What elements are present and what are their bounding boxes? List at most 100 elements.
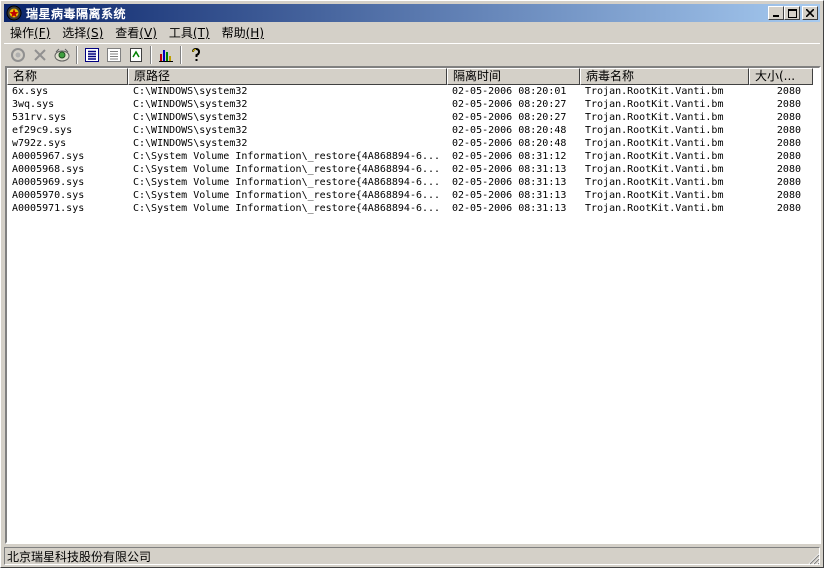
close-button[interactable] [802,6,818,20]
table-row[interactable]: 6x.sys C:\WINDOWS\system32 02-05-2006 08:2… [7,85,813,98]
cell-virus-name: Trojan.RootKit.Vanti.bm [585,125,724,136]
cell-virus-name: Trojan.RootKit.Vanti.bm [585,177,724,188]
minimize-icon [773,15,779,17]
cell-virus-name: Trojan.RootKit.Vanti.bm [585,151,724,162]
title-bar[interactable]: 瑞星病毒隔离系统 [4,4,820,22]
column-virus-name[interactable]: 病毒名称 [580,68,749,85]
menu-bar: 操作(F) 选择(S) 查看(V) 工具(T) 帮助(H) [4,24,820,42]
cell-quarantine-time: 02-05-2006 08:31:13 [452,164,567,175]
table-row[interactable]: A0005969.sys C:\System Volume Information… [7,176,813,189]
status-bar: 北京瑞星科技股份有限公司 [4,546,820,565]
cell-original-path: C:\System Volume Information\_restore{4A… [133,203,441,214]
column-name[interactable]: 名称 [7,68,128,85]
quarantine-list[interactable]: 名称 原路径 隔离时间 病毒名称 大小(... 6x.sys C:\WINDOWS… [5,66,821,544]
cell-virus-name: Trojan.RootKit.Vanti.bm [585,138,724,149]
cell-name: 3wq.sys [12,99,55,110]
menu-select[interactable]: 选择(S) [56,24,109,42]
cell-name: A0005968.sys [12,164,85,175]
cell-virus-name: Trojan.RootKit.Vanti.bm [585,190,724,201]
cell-quarantine-time: 02-05-2006 08:20:48 [452,138,567,149]
rising-app-icon [6,5,22,21]
list-view-button[interactable] [103,45,125,65]
list-header: 名称 原路径 隔离时间 病毒名称 大小(... [7,68,813,85]
cell-quarantine-time: 02-05-2006 08:20:01 [452,86,567,97]
cell-original-path: C:\WINDOWS\system32 [133,125,248,136]
list-rows: 6x.sys C:\WINDOWS\system32 02-05-2006 08:2… [7,85,813,215]
menu-operate[interactable]: 操作(F) [4,24,56,42]
help-button[interactable] [185,45,207,65]
cell-original-path: C:\WINDOWS\system32 [133,112,248,123]
table-row[interactable]: 531rv.sys C:\WINDOWS\system32 02-05-2006 0… [7,111,813,124]
toolbar-separator [150,45,152,64]
cell-size: 2080 [776,151,801,162]
cell-quarantine-time: 02-05-2006 08:20:27 [452,99,567,110]
toolbar [4,43,820,65]
statistics-button[interactable] [155,45,177,65]
cell-virus-name: Trojan.RootKit.Vanti.bm [585,112,724,123]
cell-quarantine-time: 02-05-2006 08:31:13 [452,177,567,188]
cell-virus-name: Trojan.RootKit.Vanti.bm [585,86,724,97]
close-icon [806,9,814,17]
details-view-button[interactable] [81,45,103,65]
resize-grip-icon[interactable] [806,551,820,565]
cell-size: 2080 [776,164,801,175]
cell-original-path: C:\WINDOWS\system32 [133,86,248,97]
status-text: 北京瑞星科技股份有限公司 [4,546,820,565]
table-row[interactable]: w792z.sys C:\WINDOWS\system32 02-05-2006 0… [7,137,813,150]
cell-name: w792z.sys [12,138,67,149]
delete-button[interactable] [29,45,51,65]
scan-icon [54,48,70,61]
table-row[interactable]: A0005970.sys C:\System Volume Information… [7,189,813,202]
refresh-icon [130,47,142,62]
cell-size: 2080 [776,138,801,149]
table-row[interactable]: 3wq.sys C:\WINDOWS\system32 02-05-2006 08:… [7,98,813,111]
cell-quarantine-time: 02-05-2006 08:20:48 [452,125,567,136]
cell-name: A0005969.sys [12,177,85,188]
column-original-path[interactable]: 原路径 [128,68,447,85]
cell-quarantine-time: 02-05-2006 08:31:13 [452,190,567,201]
maximize-icon [787,8,797,18]
minimize-button[interactable] [768,6,784,20]
cell-size: 2080 [776,177,801,188]
delete-icon [34,48,46,61]
menu-view[interactable]: 查看(V) [109,24,163,42]
statistics-icon [159,49,173,62]
cell-original-path: C:\System Volume Information\_restore{4A… [133,151,441,162]
cell-original-path: C:\System Volume Information\_restore{4A… [133,177,441,188]
cell-size: 2080 [776,86,801,97]
restore-icon [11,47,25,62]
cell-original-path: C:\WINDOWS\system32 [133,138,248,149]
cell-name: A0005967.sys [12,151,85,162]
cell-original-path: C:\WINDOWS\system32 [133,99,248,110]
cell-virus-name: Trojan.RootKit.Vanti.bm [585,99,724,110]
table-row[interactable]: A0005967.sys C:\System Volume Information… [7,150,813,163]
cell-original-path: C:\System Volume Information\_restore{4A… [133,190,441,201]
scan-button[interactable] [51,45,73,65]
restore-button[interactable] [7,45,29,65]
refresh-button[interactable] [125,45,147,65]
menu-help[interactable]: 帮助(H) [216,24,270,42]
cell-size: 2080 [776,112,801,123]
cell-original-path: C:\System Volume Information\_restore{4A… [133,164,441,175]
cell-quarantine-time: 02-05-2006 08:20:27 [452,112,567,123]
table-row[interactable]: ef29c9.sys C:\WINDOWS\system32 02-05-2006 … [7,124,813,137]
table-row[interactable]: A0005968.sys C:\System Volume Information… [7,163,813,176]
list-view-icon [107,47,121,62]
toolbar-separator [180,45,182,64]
table-row[interactable]: A0005971.sys C:\System Volume Information… [7,202,813,215]
cell-size: 2080 [776,99,801,110]
column-quarantine-time[interactable]: 隔离时间 [447,68,580,85]
cell-name: A0005970.sys [12,190,85,201]
cell-virus-name: Trojan.RootKit.Vanti.bm [585,164,724,175]
toolbar-separator [76,45,78,64]
cell-name: A0005971.sys [12,203,85,214]
cell-quarantine-time: 02-05-2006 08:31:13 [452,203,567,214]
column-size[interactable]: 大小(... [749,68,813,85]
help-icon [192,47,201,61]
cell-name: 531rv.sys [12,112,67,123]
menu-tools[interactable]: 工具(T) [163,24,216,42]
main-window: 瑞星病毒隔离系统 操作(F) 选择(S) 查看(V) 工具(T) 帮助(H) 名… [0,0,824,568]
maximize-button[interactable] [784,6,800,20]
cell-size: 2080 [776,203,801,214]
details-view-icon [85,47,99,62]
